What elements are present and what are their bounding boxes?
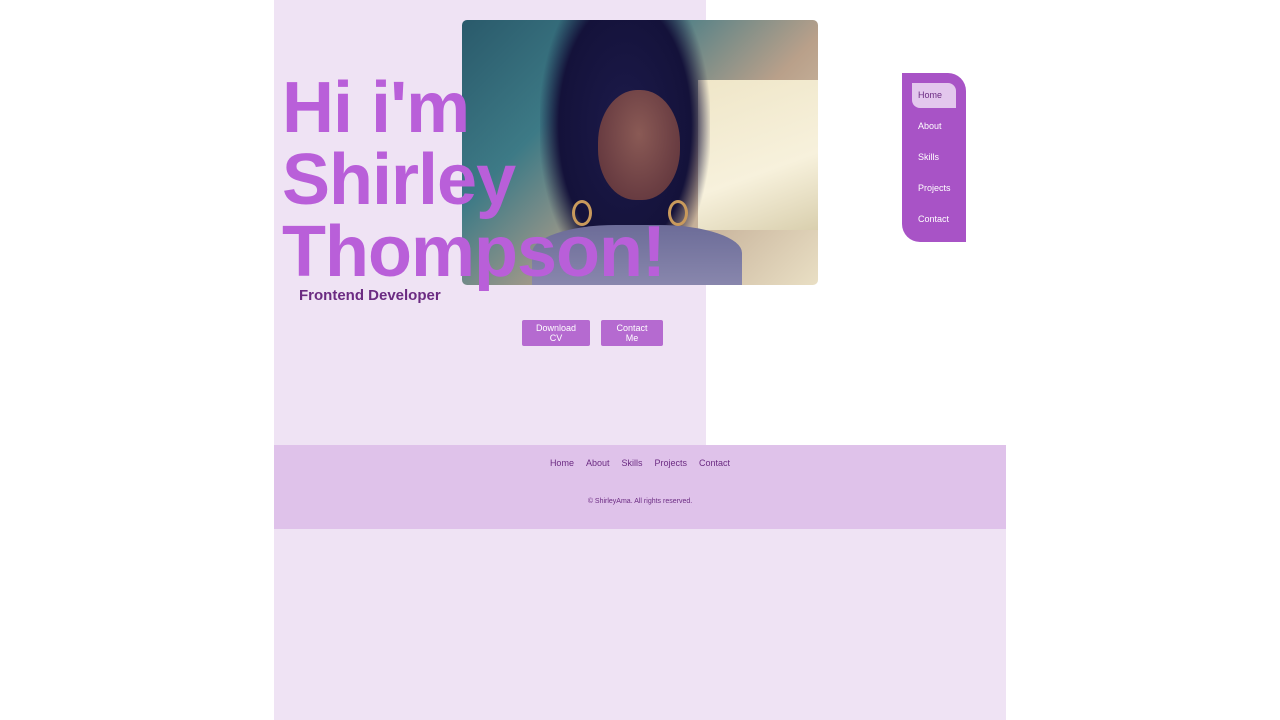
download-cv-button[interactable]: Download CV bbox=[522, 320, 590, 346]
hero-title-line-2: Shirley bbox=[282, 140, 516, 220]
footer-link-projects[interactable]: Projects bbox=[655, 458, 688, 468]
hero-title: Hi i'm Shirley Thompson! bbox=[282, 68, 666, 292]
footer-link-home[interactable]: Home bbox=[550, 458, 574, 468]
side-nav: Home About Skills Projects Contact bbox=[902, 73, 966, 242]
footer-link-skills[interactable]: Skills bbox=[621, 458, 642, 468]
side-nav-item-contact[interactable]: Contact bbox=[912, 207, 956, 232]
hero-subtitle: Frontend Developer bbox=[299, 287, 441, 304]
hero-title-line-1: Hi i'm bbox=[282, 68, 470, 148]
footer-link-contact[interactable]: Contact bbox=[699, 458, 730, 468]
footer-copyright: © ShirleyAma. All rights reserved. bbox=[587, 498, 693, 505]
footer: Home About Skills Projects Contact © Shi… bbox=[274, 445, 1006, 529]
page-background bbox=[274, 528, 1006, 720]
footer-nav: Home About Skills Projects Contact bbox=[274, 458, 1006, 468]
side-nav-item-about[interactable]: About bbox=[912, 114, 956, 139]
footer-link-about[interactable]: About bbox=[586, 458, 610, 468]
side-nav-item-skills[interactable]: Skills bbox=[912, 145, 956, 170]
side-nav-item-projects[interactable]: Projects bbox=[912, 176, 956, 201]
contact-me-button[interactable]: Contact Me bbox=[601, 320, 663, 346]
side-nav-item-home[interactable]: Home bbox=[912, 83, 956, 108]
hero-title-line-3: Thompson! bbox=[282, 212, 666, 292]
